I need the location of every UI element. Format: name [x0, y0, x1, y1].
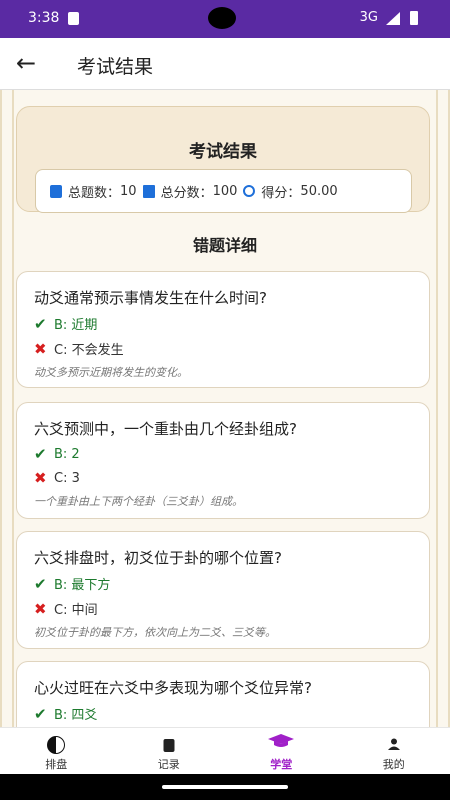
check-icon: ✔ — [34, 445, 47, 463]
question-card: 动爻通常预示事情发生在什么时间? ✔ B: 近期 ✖ C: 不会发生 动爻多预示… — [16, 271, 430, 388]
question-card: 六爻预测中，一个重卦由几个经卦组成? ✔ B: 2 ✖ C: 3 一个重卦由上下… — [16, 402, 430, 519]
question-text: 心火过旺在六爻中多表现为哪个爻位异常? — [34, 679, 312, 697]
book-icon — [142, 184, 155, 198]
correct-answer: ✔ B: 最下方 — [34, 574, 111, 594]
status-bar: 3:38 3G — [0, 0, 450, 38]
correct-answer-text: B: 四爻 — [54, 708, 98, 723]
back-arrow-icon[interactable]: ← — [16, 50, 42, 76]
chosen-answer-text: C: 3 — [54, 470, 80, 486]
score-label: 得分： — [261, 185, 301, 201]
score-stat: 得分： 50.00 — [243, 182, 338, 201]
total-score-value: 100 — [212, 183, 238, 199]
explanation-text: 一个重卦由上下两个经卦（三爻卦）组成。 — [34, 495, 243, 508]
nav-label: 记录 — [157, 758, 180, 771]
user-icon — [387, 738, 400, 750]
nav-label: 我的 — [382, 758, 405, 771]
app-bar: ← 考试结果 — [0, 38, 450, 90]
check-icon: ✔ — [34, 574, 47, 593]
nav-item-records[interactable]: 记录 — [113, 728, 226, 774]
total-questions-label: 总题数： — [68, 185, 121, 201]
explanation-text: 初爻位于卦的最下方，依次向上为二爻、三爻等。 — [34, 626, 276, 639]
sd-card-icon — [68, 12, 79, 25]
wrong-questions-heading: 错题详细 — [192, 236, 257, 255]
clipboard-icon — [50, 184, 62, 198]
correct-answer-text: B: 近期 — [54, 318, 98, 333]
chosen-answer: ✖ C: 3 — [34, 469, 80, 487]
total-score-stat: 总分数： 100 — [142, 182, 238, 201]
chosen-answer-text: C: 不会发生 — [54, 343, 124, 358]
total-questions-value: 10 — [120, 183, 137, 199]
cross-icon: ✖ — [34, 469, 47, 487]
explanation-text: 动爻多预示近期将发生的变化。 — [34, 366, 188, 379]
bottom-nav: 排盘 记录 学堂 我的 — [0, 727, 450, 774]
chosen-answer: ✖ C: 中间 — [34, 599, 98, 619]
total-score-label: 总分数： — [160, 185, 213, 201]
nav-label: 排盘 — [45, 758, 68, 771]
camera-cutout — [208, 7, 236, 29]
correct-answer-text: B: 2 — [54, 446, 80, 462]
battery-icon — [410, 11, 418, 25]
page-title: 考试结果 — [77, 56, 154, 78]
gesture-bar — [0, 774, 450, 800]
question-card: 心火过旺在六爻中多表现为哪个爻位异常? ✔ B: 四爻 — [16, 661, 430, 727]
graduation-cap-icon — [268, 734, 295, 747]
question-text: 六爻预测中，一个重卦由几个经卦组成? — [34, 420, 297, 438]
nav-item-classroom[interactable]: 学堂 — [225, 728, 338, 774]
score-value: 50.00 — [300, 183, 338, 199]
status-time: 3:38 — [28, 10, 60, 26]
correct-answer: ✔ B: 2 — [34, 445, 80, 463]
total-questions-stat: 总题数： 10 — [50, 182, 137, 201]
check-icon: ✔ — [34, 314, 47, 333]
home-indicator[interactable] — [162, 785, 288, 789]
content-area[interactable]: 考试结果 总题数： 10 总分数： 100 得分： 50.00 错题详细 动爻通… — [0, 90, 450, 727]
question-card: 六爻排盘时，初爻位于卦的哪个位置? ✔ B: 最下方 ✖ C: 中间 初爻位于卦… — [16, 531, 430, 649]
summary-title: 考试结果 — [189, 142, 257, 162]
cross-icon: ✖ — [34, 339, 47, 358]
correct-answer-text: B: 最下方 — [54, 578, 111, 593]
stats-bar: 总题数： 10 总分数： 100 得分： 50.00 — [35, 169, 412, 213]
chosen-answer: ✖ C: 不会发生 — [34, 339, 124, 359]
nav-label: 学堂 — [270, 758, 293, 771]
award-icon — [243, 185, 256, 197]
yin-yang-icon — [47, 736, 66, 754]
signal-icon — [386, 12, 400, 25]
nav-item-paipan[interactable]: 排盘 — [0, 728, 113, 774]
cross-icon: ✖ — [34, 599, 47, 618]
chosen-answer-text: C: 中间 — [54, 603, 98, 618]
question-text: 六爻排盘时，初爻位于卦的哪个位置? — [34, 549, 282, 567]
exam-summary-card: 考试结果 总题数： 10 总分数： 100 得分： 50.00 — [16, 106, 430, 213]
nav-item-profile[interactable]: 我的 — [338, 728, 450, 774]
question-text: 动爻通常预示事情发生在什么时间? — [34, 289, 267, 307]
check-icon: ✔ — [34, 704, 47, 723]
network-type: 3G — [359, 10, 378, 25]
document-icon — [163, 739, 175, 752]
correct-answer: ✔ B: 近期 — [34, 314, 98, 334]
correct-answer: ✔ B: 四爻 — [34, 704, 98, 724]
